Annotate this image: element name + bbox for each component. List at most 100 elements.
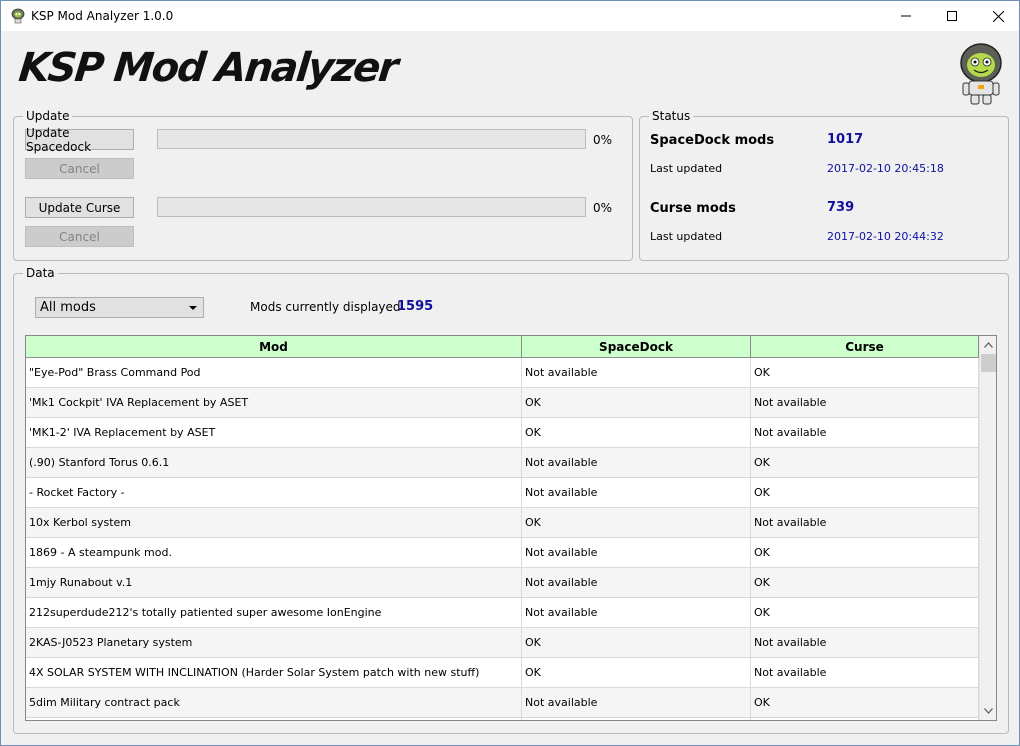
table-body: "Eye-Pod" Brass Command Pod Not available…	[26, 358, 979, 720]
mod-name-cell: 4X SOLAR SYSTEM WITH INCLINATION (Harder…	[26, 658, 522, 688]
curse-cell: OK	[751, 358, 979, 388]
spacedock-progress-bar	[157, 129, 586, 149]
table-row[interactable]: 4X SOLAR SYSTEM WITH INCLINATION (Harder…	[26, 658, 979, 688]
data-legend: Data	[26, 266, 55, 280]
table-header: Mod SpaceDock Curse	[26, 336, 979, 358]
cancel-spacedock-button[interactable]: Cancel	[25, 158, 134, 179]
mod-name-cell	[26, 718, 522, 720]
mod-name-cell: 1mjy Runabout v.1	[26, 568, 522, 598]
spacedock-cell: Not available	[522, 478, 751, 508]
curse-cell: OK	[751, 688, 979, 718]
spacedock-cell: OK	[522, 628, 751, 658]
curse-cell: Not available	[751, 658, 979, 688]
curse-progress-text: 0%	[593, 201, 613, 215]
table-row[interactable]: 1mjy Runabout v.1 Not available OK	[26, 568, 979, 598]
close-button[interactable]	[975, 1, 1019, 31]
curse-mods-label: Curse mods	[650, 201, 736, 216]
update-legend: Update	[26, 109, 70, 123]
table-row[interactable]: - Rocket Factory - Not available OK	[26, 478, 979, 508]
spacedock-cell: Not available	[522, 358, 751, 388]
maximize-button[interactable]	[929, 1, 975, 31]
spacedock-updated-label: Last updated	[650, 162, 723, 175]
spacedock-cell: Not available	[522, 688, 751, 718]
curse-cell: OK	[751, 448, 979, 478]
table-row[interactable]: "Eye-Pod" Brass Command Pod Not available…	[26, 358, 979, 388]
mod-name-cell: (.90) Stanford Torus 0.6.1	[26, 448, 522, 478]
app-logo: KSP Mod Analyzer	[16, 45, 399, 91]
curse-mods-count: 739	[827, 200, 855, 215]
minimize-button[interactable]	[883, 1, 929, 31]
curse-updated-date: 2017-02-10 20:44:32	[827, 230, 944, 243]
chevron-down-icon	[189, 306, 197, 310]
mod-name-cell: 5dim Military contract pack	[26, 688, 522, 718]
mod-name-cell: 'MK1-2' IVA Replacement by ASET	[26, 418, 522, 448]
chevron-up-icon	[984, 342, 993, 348]
table-row[interactable]: 10x Kerbol system OK Not available	[26, 508, 979, 538]
spacedock-cell: OK	[522, 388, 751, 418]
spacedock-progress-text: 0%	[593, 133, 613, 147]
mods-table[interactable]: Mod SpaceDock Curse "Eye-Pod" Brass Comm…	[25, 335, 997, 721]
spacedock-cell: Not available	[522, 568, 751, 598]
curse-updated-label: Last updated	[650, 230, 723, 243]
curse-cell: OK	[751, 598, 979, 628]
minimize-icon	[901, 15, 911, 17]
curse-cell: OK	[751, 538, 979, 568]
chevron-down-icon	[984, 708, 993, 714]
mod-name-cell: 2KAS-J0523 Planetary system	[26, 628, 522, 658]
mod-filter-value: All mods	[40, 300, 96, 315]
curse-cell: Not available	[751, 418, 979, 448]
mod-name-cell: 212superdude212's totally patiented supe…	[26, 598, 522, 628]
mod-name-cell: 10x Kerbol system	[26, 508, 522, 538]
app-window: KSP Mod Analyzer 1.0.0 KSP Mod Analyzer …	[0, 0, 1020, 746]
spacedock-cell: Not available	[522, 448, 751, 478]
update-curse-button[interactable]: Update Curse	[25, 197, 134, 218]
curse-cell: OK	[751, 478, 979, 508]
mod-name-cell: "Eye-Pod" Brass Command Pod	[26, 358, 522, 388]
mod-name-cell: - Rocket Factory -	[26, 478, 522, 508]
spacedock-mods-count: 1017	[827, 132, 864, 147]
table-row[interactable]: 5dim Military contract pack Not available…	[26, 688, 979, 718]
spacedock-cell: Not available	[522, 538, 751, 568]
spacedock-updated-date: 2017-02-10 20:45:18	[827, 162, 944, 175]
displayed-label: Mods currently displayed	[250, 300, 401, 314]
column-header-curse[interactable]: Curse	[751, 336, 979, 358]
kerbal-icon	[11, 8, 25, 24]
window-title: KSP Mod Analyzer 1.0.0	[31, 9, 174, 23]
mod-name-cell: 1869 - A steampunk mod.	[26, 538, 522, 568]
spacedock-mods-label: SpaceDock mods	[650, 133, 775, 148]
scroll-down-button[interactable]	[980, 704, 996, 718]
status-legend: Status	[652, 109, 691, 123]
spacedock-cell: OK	[522, 418, 751, 448]
update-spacedock-button[interactable]: Update Spacedock	[25, 126, 134, 154]
table-row[interactable]	[26, 718, 979, 720]
spacedock-cell	[522, 718, 751, 720]
mod-filter-dropdown[interactable]: All mods	[35, 297, 204, 318]
curse-progress-bar	[157, 197, 586, 217]
displayed-count: 1595	[397, 299, 434, 314]
table-row[interactable]: 'Mk1 Cockpit' IVA Replacement by ASET OK N…	[26, 388, 979, 418]
table-row[interactable]: 212superdude212's totally patiented supe…	[26, 598, 979, 628]
title-bar[interactable]: KSP Mod Analyzer 1.0.0	[1, 1, 1019, 31]
scroll-thumb[interactable]	[981, 354, 996, 372]
table-row[interactable]: 'MK1-2' IVA Replacement by ASET OK Not ava…	[26, 418, 979, 448]
curse-cell: Not available	[751, 508, 979, 538]
spacedock-cell: OK	[522, 658, 751, 688]
column-header-spacedock[interactable]: SpaceDock	[522, 336, 751, 358]
table-row[interactable]: (.90) Stanford Torus 0.6.1 Not available O…	[26, 448, 979, 478]
mod-name-cell: 'Mk1 Cockpit' IVA Replacement by ASET	[26, 388, 522, 418]
column-header-mod[interactable]: Mod	[26, 336, 522, 358]
curse-cell	[751, 718, 979, 720]
curse-cell: Not available	[751, 628, 979, 658]
curse-cell: OK	[751, 568, 979, 598]
maximize-icon	[947, 11, 957, 21]
spacedock-cell: Not available	[522, 598, 751, 628]
cancel-curse-button[interactable]: Cancel	[25, 226, 134, 247]
scroll-up-button[interactable]	[980, 338, 996, 352]
curse-cell: Not available	[751, 388, 979, 418]
table-scrollbar[interactable]	[979, 336, 996, 720]
close-icon	[992, 10, 1004, 22]
table-row[interactable]: 1869 - A steampunk mod. Not available OK	[26, 538, 979, 568]
kerbal-astronaut-icon	[960, 43, 1002, 105]
table-row[interactable]: 2KAS-J0523 Planetary system OK Not availab…	[26, 628, 979, 658]
spacedock-cell: OK	[522, 508, 751, 538]
